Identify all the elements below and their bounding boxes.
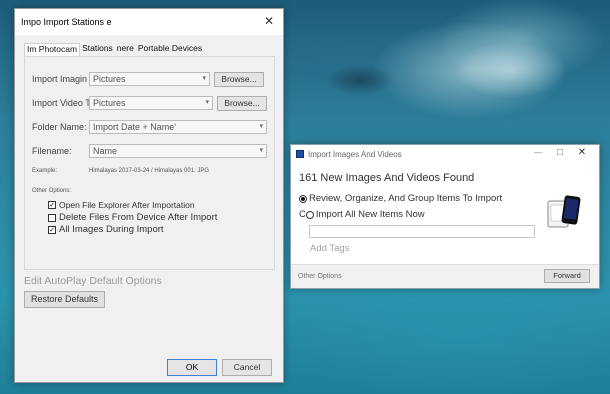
import-settings-dialog: Impo Import Stations e ✕ Im Photocam Sta… xyxy=(14,8,284,383)
add-tags-link[interactable]: Add Tags xyxy=(310,243,349,254)
import-images-window: Import Images And Videos — ☐ ✕ 161 New I… xyxy=(290,144,600,289)
example-row: Example: xyxy=(32,168,57,174)
filename-select[interactable]: Name ▾ xyxy=(89,144,267,158)
dialog-titlebar[interactable]: Impo Import Stations e ✕ xyxy=(15,9,283,35)
other-options-label: Other Options: xyxy=(32,188,72,194)
restore-defaults-button[interactable]: Restore Defaults xyxy=(24,291,105,308)
import-window-title: Import Images And Videos xyxy=(308,149,402,159)
tags-input[interactable] xyxy=(309,225,535,238)
example-label: Example: xyxy=(32,168,58,174)
chevron-down-icon: ▾ xyxy=(259,123,263,130)
import-app-icon xyxy=(296,150,304,158)
cancel-button[interactable]: Cancel xyxy=(222,359,272,376)
items-found-heading: 161 New Images And Videos Found xyxy=(299,172,475,184)
checkbox-unchecked-icon[interactable] xyxy=(48,213,56,222)
dialog-title: Impo Import Stations e xyxy=(21,17,112,27)
edit-autoplay-link[interactable]: Edit AutoPlay Default Options xyxy=(24,275,162,287)
device-tabs: Im Photocam Stations nere Portable Devic… xyxy=(24,43,204,57)
tab-nere[interactable]: nere xyxy=(115,43,136,57)
other-options-row: Other Options: xyxy=(32,188,71,194)
radio-review-organize[interactable]: Review, Organize, And Group Items To Imp… xyxy=(299,193,502,204)
images-row: Import Imagin xyxy=(32,74,87,84)
chevron-down-icon: ▾ xyxy=(205,99,209,106)
close-icon[interactable]: ✕ xyxy=(261,13,277,29)
close-icon[interactable]: ✕ xyxy=(571,146,593,160)
chevron-down-icon: ▾ xyxy=(259,147,263,154)
images-folder-value: Pictures xyxy=(93,74,126,84)
browse-images-button[interactable]: Browse... xyxy=(214,72,264,87)
folder-name-value: Import Date + Name' xyxy=(93,122,176,132)
checkbox-checked-icon[interactable]: ✓ xyxy=(48,201,56,209)
other-options-link[interactable]: Other Options xyxy=(298,273,342,280)
chevron-down-icon: ▾ xyxy=(202,75,206,82)
option-label: Open File Explorer After Importation xyxy=(59,200,195,210)
videos-label: Import Video To: xyxy=(32,98,98,108)
filename-row: Filename: xyxy=(32,146,72,156)
window-controls: — ☐ ✕ xyxy=(527,146,593,160)
minimize-icon[interactable]: — xyxy=(527,146,549,160)
folder-row: Folder Name: xyxy=(32,122,87,132)
images-folder-select[interactable]: Pictures ▾ xyxy=(89,72,210,86)
forward-button[interactable]: Forward xyxy=(544,269,590,283)
videos-row: Import Video To: xyxy=(32,98,97,108)
option-label: Delete Files From Device After Import xyxy=(59,212,218,223)
radio-import-all-prefix: C xyxy=(299,209,306,220)
videos-folder-value: Pictures xyxy=(93,98,126,108)
folder-name-select[interactable]: Import Date + Name' ▾ xyxy=(89,120,267,134)
radio-review-label: Review, Organize, And Group Items To Imp… xyxy=(309,193,503,204)
browse-videos-button[interactable]: Browse... xyxy=(217,96,267,111)
settings-panel: Import Imagin Pictures ▾ Browse... Impor… xyxy=(24,56,275,270)
option-label: All Images During Import xyxy=(59,224,164,235)
background-foam xyxy=(430,20,600,130)
option-delete-files[interactable]: Delete Files From Device After Import xyxy=(48,212,217,223)
tab-portable-devices[interactable]: Portable Devices xyxy=(136,43,204,57)
tab-stations[interactable]: Stations xyxy=(80,43,115,57)
checkbox-checked-icon[interactable]: ✓ xyxy=(48,225,56,234)
ok-button[interactable]: OK xyxy=(167,359,217,376)
background-figure xyxy=(300,40,420,120)
devices-icon xyxy=(547,195,581,228)
maximize-icon[interactable]: ☐ xyxy=(549,146,571,160)
folder-name-label: Folder Name: xyxy=(32,122,87,132)
filename-label: Filename: xyxy=(32,146,72,156)
radio-selected-icon[interactable] xyxy=(299,194,307,203)
example-value: Himalayas 2017-03-24 / Himalayas 001. JP… xyxy=(89,168,210,174)
import-window-titlebar[interactable]: Import Images And Videos — ☐ ✕ xyxy=(291,145,599,163)
radio-import-all-label: Import All New Items Now xyxy=(315,209,425,220)
import-window-footer: Other Options Forward xyxy=(291,264,599,288)
filename-value: Name xyxy=(93,146,118,156)
videos-folder-select[interactable]: Pictures ▾ xyxy=(89,96,213,110)
option-open-explorer[interactable]: ✓ Open File Explorer After Importation xyxy=(48,200,195,210)
images-label: Import Imagin xyxy=(32,74,88,84)
radio-import-all[interactable]: C Import All New Items Now xyxy=(299,209,425,220)
tab-photocam[interactable]: Im Photocam xyxy=(24,43,81,57)
example-value-row: Himalayas 2017-03-24 / Himalayas 001. JP… xyxy=(89,168,209,174)
option-all-images[interactable]: ✓ All Images During Import xyxy=(48,224,164,235)
radio-unselected-icon[interactable] xyxy=(305,210,314,219)
